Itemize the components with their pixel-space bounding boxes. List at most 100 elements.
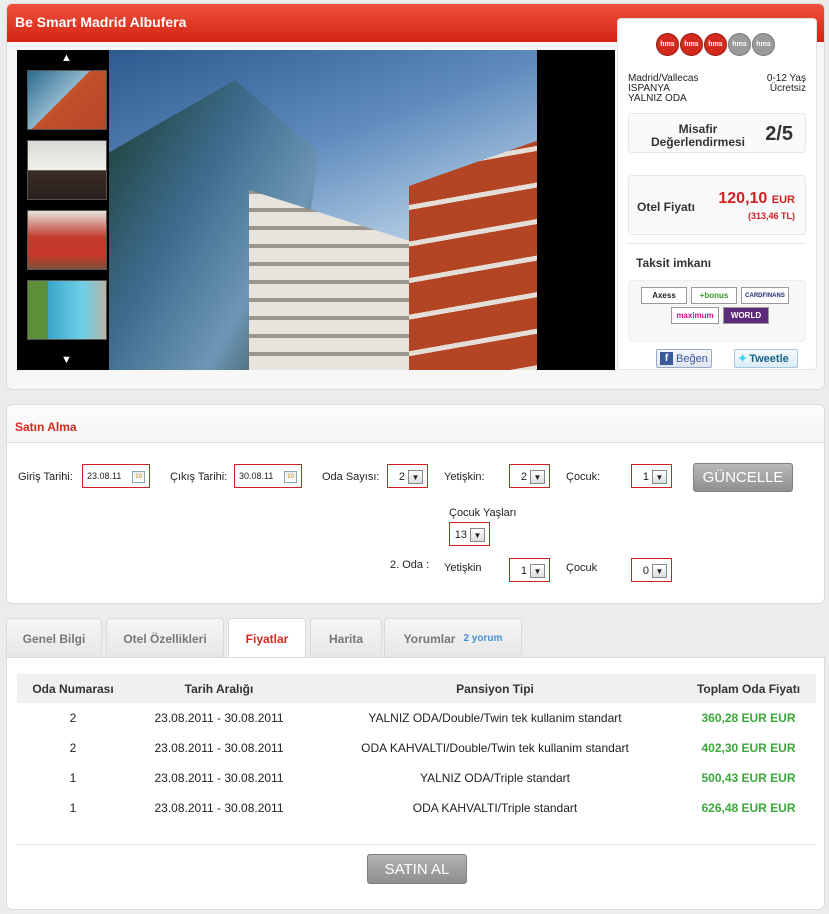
chevron-down-icon[interactable]: ▼ (530, 564, 545, 578)
photo-gallery: ▲ ▼ (17, 50, 615, 370)
facebook-like-label: Beğen (676, 352, 708, 365)
chevron-down-icon[interactable]: ▼ (408, 470, 423, 484)
row-dates: 23.08.2011 - 30.08.2011 (154, 741, 284, 755)
social-buttons: f Beğen ✦ Tweetle (628, 349, 806, 369)
calendar-icon[interactable]: 10 (284, 471, 297, 483)
star-badge-icon: hms (752, 33, 775, 56)
update-button[interactable]: GÜNCELLE (693, 463, 793, 492)
hotel-price-box: Otel Fiyatı 120,10 EUR (313,46 TL) (628, 175, 806, 235)
room2-children-value: 0 (642, 565, 649, 577)
hotel-title: Be Smart Madrid Albufera (15, 14, 187, 30)
table-row: 1 23.08.2011 - 30.08.2011 YALNIZ ODA/Tri… (17, 763, 816, 793)
twitter-bird-icon: ✦ (738, 353, 748, 365)
star-badge-icon: hms (728, 33, 751, 56)
checkout-date-value: 30.08.11 (239, 471, 274, 481)
adults-select[interactable]: 2 ▼ (509, 464, 550, 488)
hotel-price-amount: 120,10 (718, 190, 768, 207)
child-ages-label: Çocuk Yaşları (449, 507, 517, 519)
rooms-label: Oda Sayısı: (322, 471, 380, 483)
adults-label: Yetişkin: (444, 471, 485, 483)
chevron-down-icon[interactable]: ▼ (652, 470, 667, 484)
star-badge-icon: hms (656, 33, 679, 56)
card-cardfinans-logo: CARDFINANS (741, 287, 789, 304)
photo-red-tower (409, 140, 537, 370)
room2-label: 2. Oda : (390, 559, 430, 571)
star-badge-icon: hms (680, 33, 703, 56)
installment-box: Taksit imkanı Axess + bonus CARDFINANS ma… (628, 243, 806, 343)
gallery-thumb-building[interactable] (27, 70, 107, 130)
row-price: 500,43 EUR EUR (701, 771, 796, 785)
installment-cards: Axess + bonus CARDFINANS maximum WORLD (628, 280, 806, 342)
hotel-panel: Be Smart Madrid Albufera ▲ ▼ hms hms hms hm… (6, 3, 825, 390)
child-age-value: 13 (454, 529, 467, 541)
room2-adults-value: 1 (520, 565, 527, 577)
tab-map[interactable]: Harita (310, 618, 382, 658)
chevron-down-icon[interactable]: ▼ (652, 564, 667, 578)
tab-map-label: Harita (328, 631, 363, 646)
row-board: ODA KAHVALTI/Triple standart (412, 801, 578, 815)
tab-general-info[interactable]: Genel Bilgi (6, 618, 102, 658)
purchase-panel: Satın Alma Giriş Tarihi: 23.08.11 10 Çık… (6, 404, 825, 604)
guest-rating-label: Misafir Değerlendirmesi (650, 122, 746, 149)
guest-rating-box: Misafir Değerlendirmesi 2/5 (628, 113, 806, 153)
checkin-label: Giriş Tarihi: (18, 471, 73, 483)
row-board: YALNIZ ODA/Double/Twin tek kullanim stan… (368, 711, 622, 725)
tab-hotel-features[interactable]: Otel Özellikleri (106, 618, 224, 658)
price-table-header: Oda Numarası Tarih Aralığı Pansiyon Tipi… (17, 674, 816, 703)
tweet-label: Tweetle (749, 352, 789, 365)
card-bonus-logo: + bonus (691, 287, 737, 304)
tweet-button[interactable]: ✦ Tweetle (734, 349, 798, 368)
room2-children-label: Çocuk (566, 562, 598, 574)
card-maximum-logo: maximum (671, 307, 719, 324)
gallery-thumb-bedroom-sofa[interactable] (27, 140, 107, 200)
tab-reviews[interactable]: Yorumlar 2 yorum (384, 618, 522, 658)
row-room: 1 (69, 801, 77, 815)
gallery-thumb-red-bedroom[interactable] (27, 210, 107, 270)
row-dates: 23.08.2011 - 30.08.2011 (154, 771, 284, 785)
photo-white-block (249, 190, 419, 370)
calendar-icon[interactable]: 10 (132, 471, 145, 483)
card-world-logo: WORLD (723, 307, 769, 324)
purchase-header: Satın Alma (7, 405, 824, 443)
thumb-scroll-down-icon[interactable]: ▼ (61, 354, 72, 366)
buy-button[interactable]: SATIN AL (367, 854, 467, 884)
gallery-thumb-pool[interactable] (27, 280, 107, 340)
row-price: 626,48 EUR EUR (701, 801, 796, 815)
checkout-date-field[interactable]: 30.08.11 10 (234, 464, 302, 488)
location-board: YALNIZ ODA (628, 93, 687, 104)
review-count-link[interactable]: 2 yorum (463, 633, 502, 644)
purchase-title: Satın Alma (15, 420, 77, 434)
guest-rating-value: 2/5 (765, 123, 793, 145)
tab-hotel-features-label: Otel Özellikleri (123, 631, 207, 646)
row-room: 2 (69, 711, 77, 725)
thumb-scroll-up-icon[interactable]: ▲ (61, 52, 72, 64)
child-age-select[interactable]: 13 ▼ (449, 522, 490, 546)
tab-reviews-label: Yorumlar (403, 631, 456, 646)
chevron-down-icon[interactable]: ▼ (470, 528, 485, 542)
hotel-price-try: (313,46 TL) (747, 211, 795, 221)
checkin-date-field[interactable]: 23.08.11 10 (82, 464, 150, 488)
price-table: Oda Numarası Tarih Aralığı Pansiyon Tipi… (17, 674, 816, 823)
table-row: 1 23.08.2011 - 30.08.2011 ODA KAHVALTI/T… (17, 793, 816, 823)
header-total-price: Toplam Oda Fiyatı (681, 674, 816, 703)
card-bonus-text: bonus (704, 291, 729, 300)
tab-prices[interactable]: Fiyatlar (228, 618, 306, 658)
prices-panel: Oda Numarası Tarih Aralığı Pansiyon Tipi… (6, 657, 825, 910)
star-badge-icon: hms (704, 33, 727, 56)
row-price: 360,28 EUR EUR (701, 711, 796, 725)
tab-prices-label: Fiyatlar (245, 631, 289, 646)
facebook-like-button[interactable]: f Beğen (656, 349, 712, 368)
star-rating: hms hms hms hms hms (656, 33, 775, 56)
header-date-range: Tarih Aralığı (129, 674, 309, 703)
room2-adults-select[interactable]: 1 ▼ (509, 558, 550, 582)
row-room: 1 (69, 771, 77, 785)
hotel-info-box: hms hms hms hms hms Madrid/Vallecas ISPANYA … (617, 18, 817, 370)
children-select[interactable]: 1 ▼ (631, 464, 672, 488)
row-board: YALNIZ ODA/Triple standart (419, 771, 571, 785)
room2-children-select[interactable]: 0 ▼ (631, 558, 672, 582)
chevron-down-icon[interactable]: ▼ (530, 470, 545, 484)
main-photo (109, 50, 537, 370)
rooms-select[interactable]: 2 ▼ (387, 464, 428, 488)
installment-label: Taksit imkanı (636, 256, 712, 270)
checkin-date-value: 23.08.11 (87, 471, 122, 481)
